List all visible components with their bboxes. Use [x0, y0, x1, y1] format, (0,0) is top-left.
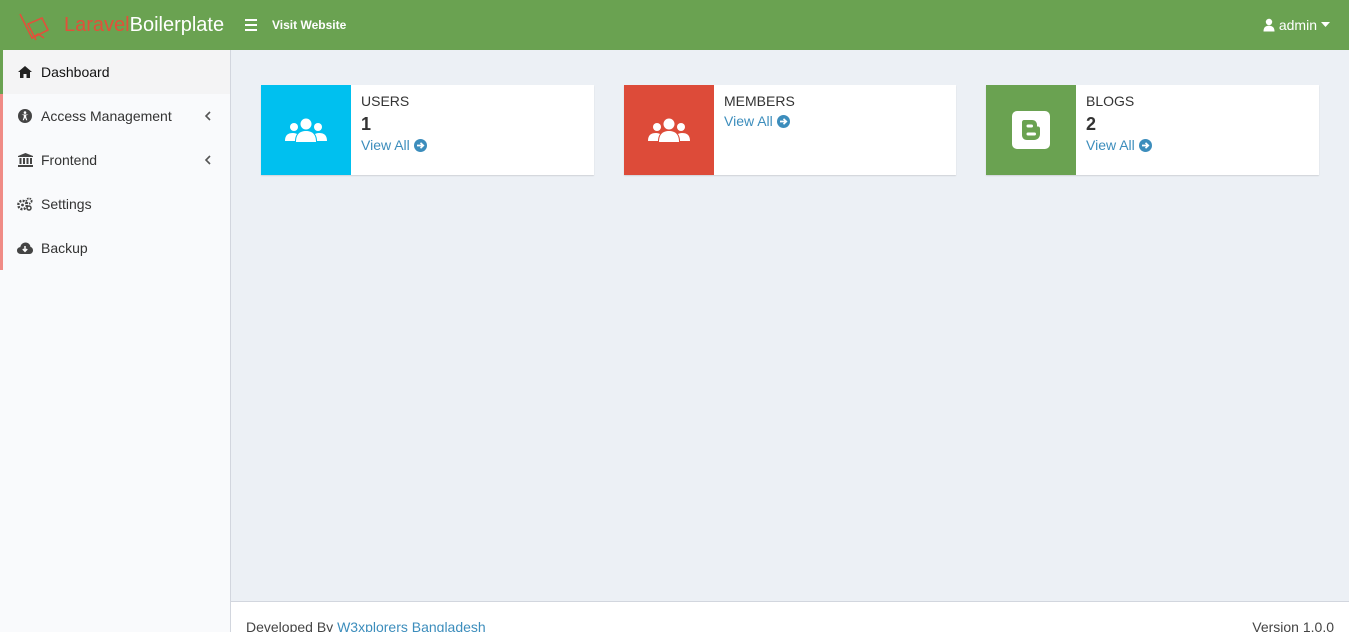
visit-website-link[interactable]: Visit Website [272, 17, 346, 33]
sidebar: Dashboard Access Management Frontend Set… [0, 50, 231, 632]
cogs-icon [17, 196, 33, 212]
footer-version: Version 1.0.0 [1252, 619, 1334, 632]
brand-logo[interactable]: LaravelBoilerplate [0, 0, 230, 50]
chevron-left-icon [204, 155, 211, 165]
cloud-download-icon [17, 240, 33, 256]
view-all-members-link[interactable]: View All [724, 113, 795, 129]
footer: Developed By W3xplorers Bangladesh Versi… [231, 601, 1349, 632]
hamburger-icon [245, 19, 257, 21]
sidebar-item-label: Dashboard [41, 64, 110, 80]
sidebar-item-dashboard[interactable]: Dashboard [0, 50, 230, 94]
sidebar-item-label: Backup [41, 240, 88, 256]
footer-company-link[interactable]: W3xplorers Bangladesh [337, 619, 486, 632]
info-box-members: MEMBERS View All [624, 85, 956, 175]
sidebar-item-label: Settings [41, 196, 92, 212]
universal-access-icon [17, 108, 33, 124]
info-box-number: 1 [361, 114, 372, 134]
info-box-icon [624, 85, 714, 175]
info-box-blogs: BLOGS 2 View All [986, 85, 1319, 175]
info-box-icon [986, 85, 1076, 175]
blogger-icon [1012, 111, 1050, 149]
chevron-left-icon [204, 111, 211, 121]
brand-name-part1: Laravel [64, 14, 130, 36]
arrow-circle-right-icon [413, 138, 427, 152]
info-box-content: BLOGS 2 View All [1086, 93, 1152, 153]
sidebar-item-label: Frontend [41, 152, 98, 168]
info-box-users: USERS 1 View All [261, 85, 594, 175]
info-box-content: USERS 1 View All [361, 93, 427, 153]
brand-name: LaravelBoilerplate [64, 13, 224, 37]
users-icon [285, 118, 327, 142]
info-box-icon [261, 85, 351, 175]
view-all-label: View All [724, 113, 773, 129]
caret-down-icon [1321, 22, 1330, 27]
info-box-number: 2 [1086, 114, 1097, 134]
view-all-users-link[interactable]: View All [361, 137, 427, 153]
sidebar-item-settings[interactable]: Settings [0, 182, 230, 226]
user-name: admin [1278, 17, 1317, 33]
sidebar-item-frontend[interactable]: Frontend [0, 138, 230, 182]
user-dropdown-button[interactable]: admin [1263, 17, 1330, 33]
view-all-label: View All [361, 137, 410, 153]
home-icon [17, 64, 33, 80]
user-icon [1263, 18, 1275, 32]
info-box-title: MEMBERS [724, 93, 795, 109]
view-all-label: View All [1086, 137, 1135, 153]
sidebar-item-label: Access Management [41, 108, 172, 124]
info-box-title: BLOGS [1086, 93, 1135, 109]
sidebar-item-backup[interactable]: Backup [0, 226, 230, 270]
top-navbar: LaravelBoilerplate Visit Website admin [0, 0, 1349, 50]
brand-name-part2: Boilerplate [129, 14, 225, 36]
laravel-logo-icon [19, 13, 50, 41]
arrow-circle-right-icon [776, 114, 790, 128]
arrow-circle-right-icon [1138, 138, 1152, 152]
view-all-blogs-link[interactable]: View All [1086, 137, 1152, 153]
sidebar-item-access-management[interactable]: Access Management [0, 94, 230, 138]
institution-icon [17, 152, 33, 168]
users-icon [648, 118, 690, 142]
footer-credits: Developed By W3xplorers Bangladesh [246, 619, 486, 632]
info-box-content: MEMBERS View All [724, 93, 795, 129]
info-box-title: USERS [361, 93, 410, 109]
footer-developed-by: Developed By [246, 619, 334, 632]
sidebar-toggle-button[interactable] [242, 16, 260, 34]
